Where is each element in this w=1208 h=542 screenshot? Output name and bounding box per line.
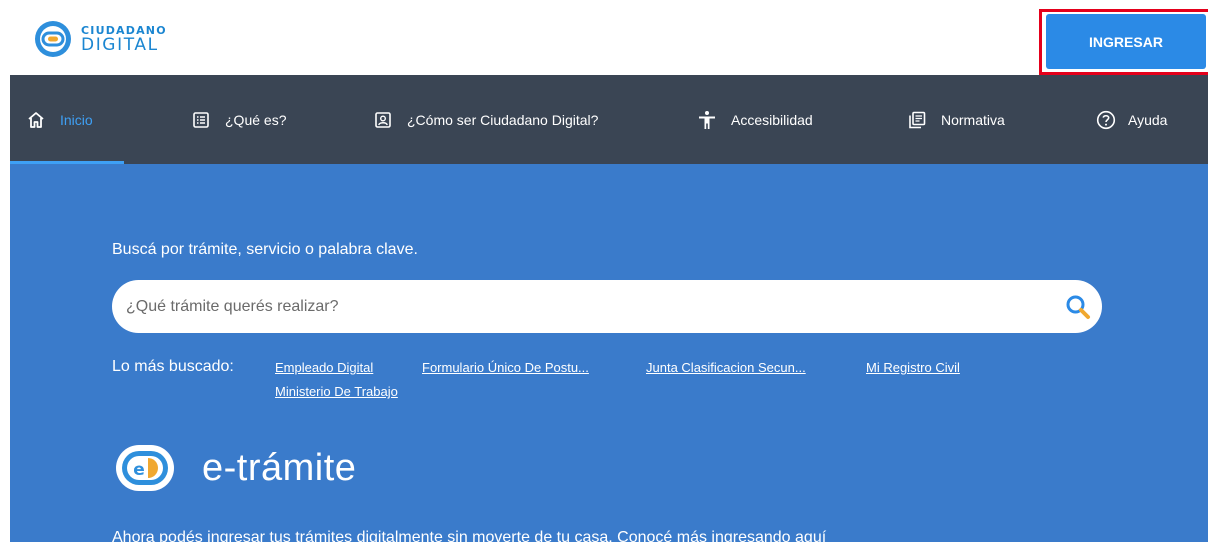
- nav-item-como-ser[interactable]: ¿Cómo ser Ciudadano Digital?: [372, 75, 598, 164]
- header: CIUDADANO DIGITAL INGRESAR: [0, 0, 1208, 75]
- popular-link-junta-clasificacion[interactable]: Junta Clasificacion Secun...: [646, 360, 806, 375]
- accessibility-icon: [696, 109, 718, 131]
- nav-item-label: ¿Cómo ser Ciudadano Digital?: [407, 111, 599, 128]
- nav-item-inicio[interactable]: Inicio: [25, 75, 93, 164]
- id-card-icon: [372, 109, 394, 131]
- brand-name-top: CIUDADANO: [81, 23, 167, 37]
- etramite-description[interactable]: Ahora podés ingresar tus trámites digita…: [112, 529, 826, 542]
- nav-item-label: Accesibilidad: [731, 111, 813, 128]
- popular-link-mi-registro-civil[interactable]: Mi Registro Civil: [866, 360, 960, 375]
- nav-item-label: ¿Qué es?: [225, 111, 287, 128]
- main-nav: Inicio ¿Qué es? ¿Cómo ser Ciudadano Digi…: [10, 75, 1208, 164]
- nav-item-label: Normativa: [941, 111, 1005, 128]
- document-icon: [906, 109, 928, 131]
- search-box: [112, 280, 1102, 333]
- search-input[interactable]: [112, 280, 1052, 333]
- etramite-logo-icon: e: [116, 445, 174, 491]
- search-icon[interactable]: [1064, 293, 1092, 321]
- nav-item-label: Ayuda: [1128, 111, 1168, 128]
- home-icon: [25, 109, 47, 131]
- etramite-title: e-trámite: [202, 446, 357, 489]
- nav-item-ayuda[interactable]: Ayuda: [1095, 75, 1167, 164]
- popular-searches-label: Lo más buscado:: [112, 358, 234, 375]
- etramite-banner[interactable]: e e-trámite: [112, 441, 356, 495]
- nav-item-normativa[interactable]: Normativa: [906, 75, 1005, 164]
- site-logo[interactable]: CIUDADANO DIGITAL: [34, 19, 167, 59]
- popular-link-ministerio-de-trabajo[interactable]: Ministerio De Trabajo: [275, 384, 398, 399]
- search-caption: Buscá por trámite, servicio o palabra cl…: [112, 241, 418, 258]
- popular-link-formulario-unico[interactable]: Formulario Único De Postu...: [422, 360, 589, 375]
- svg-text:e: e: [133, 460, 145, 480]
- brand-name-bottom: DIGITAL: [81, 34, 159, 55]
- ciudadano-digital-logo-icon: [35, 21, 71, 57]
- popular-link-empleado-digital[interactable]: Empleado Digital: [275, 360, 373, 375]
- list-icon: [190, 109, 212, 131]
- nav-item-que-es[interactable]: ¿Qué es?: [190, 75, 286, 164]
- help-icon: [1095, 109, 1117, 131]
- nav-item-accesibilidad[interactable]: Accesibilidad: [696, 75, 813, 164]
- login-button[interactable]: INGRESAR: [1046, 14, 1206, 69]
- nav-item-label: Inicio: [60, 111, 93, 128]
- hero-section: Buscá por trámite, servicio o palabra cl…: [10, 164, 1208, 542]
